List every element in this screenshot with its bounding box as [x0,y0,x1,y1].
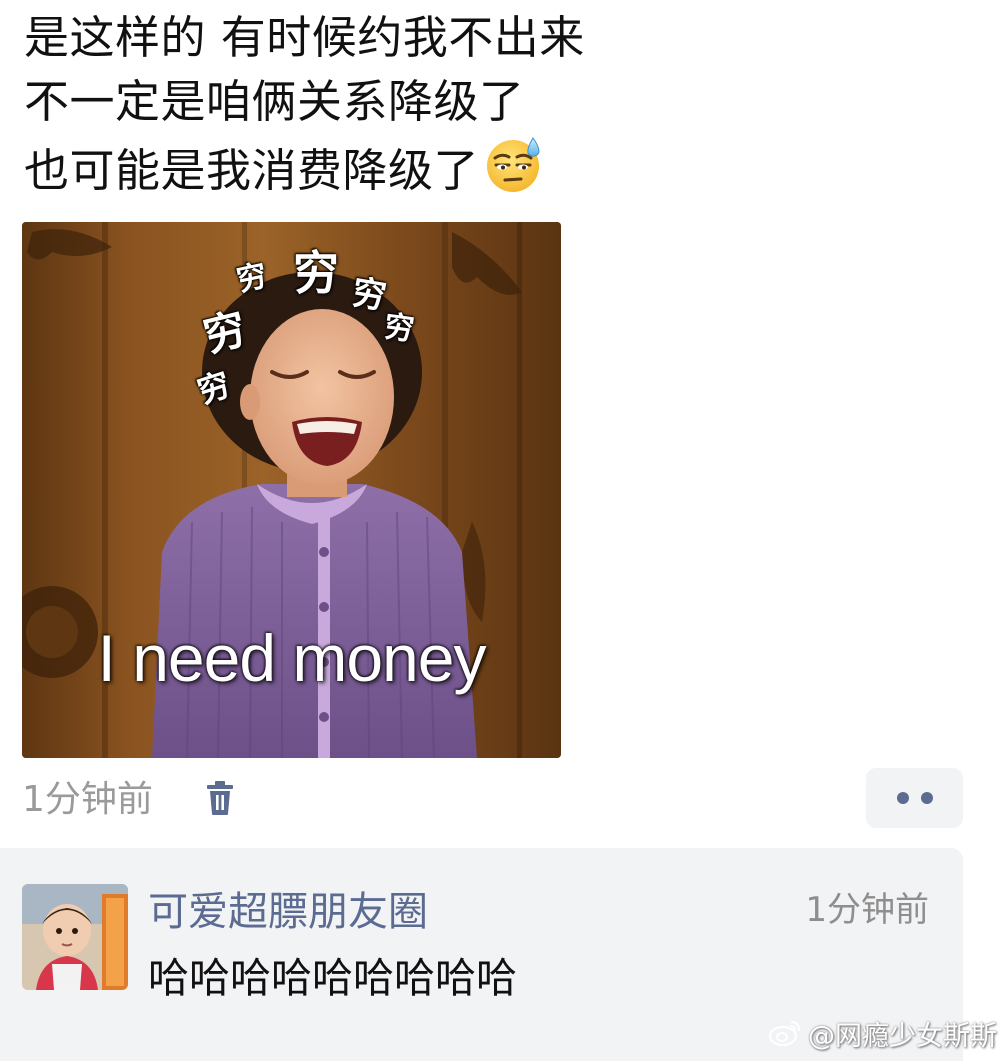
sweat-smile-emoji-icon [483,134,543,211]
comment-timestamp: 1分钟前 [805,890,929,930]
meme-caption: I need money [97,621,487,695]
watermark-text: @网瘾少女斯斯 [808,1020,997,1052]
post-line-1: 是这样的 有时候约我不出来 [24,11,585,64]
trash-icon [204,780,236,820]
more-dots-icon-2 [920,792,933,804]
qiong-overlay-2: 穷 [293,246,339,300]
comment-text: 哈哈哈哈哈哈哈哈哈 [148,954,517,1002]
qiong-overlay-1: 穷 [233,258,271,299]
post-text: 是这样的 有时候约我不出来 不一定是咱俩关系降级了 也可能是我消费降级了 [24,6,724,198]
meme-image[interactable]: 穷 穷 穷 穷 穷 穷 I need money [22,222,561,758]
post-line-3-text: 也可能是我消费降级了 [24,144,480,197]
watermark: @网瘾少女斯斯 [768,1018,997,1055]
qiong-overlay-3: 穷 [348,272,390,318]
more-button[interactable] [866,768,963,828]
post-timestamp: 1分钟前 [22,779,153,820]
weibo-logo-icon [768,1018,802,1055]
post-line-2: 不一定是咱俩关系降级了 [24,75,525,128]
delete-button[interactable] [198,776,242,824]
qiong-overlay-4: 穷 [381,309,417,348]
comment-author[interactable]: 可爱超膘朋友圈 [148,886,428,938]
post-line-3: 也可能是我消费降级了 [24,134,724,198]
more-dots-icon [896,792,909,804]
avatar[interactable] [22,884,128,990]
